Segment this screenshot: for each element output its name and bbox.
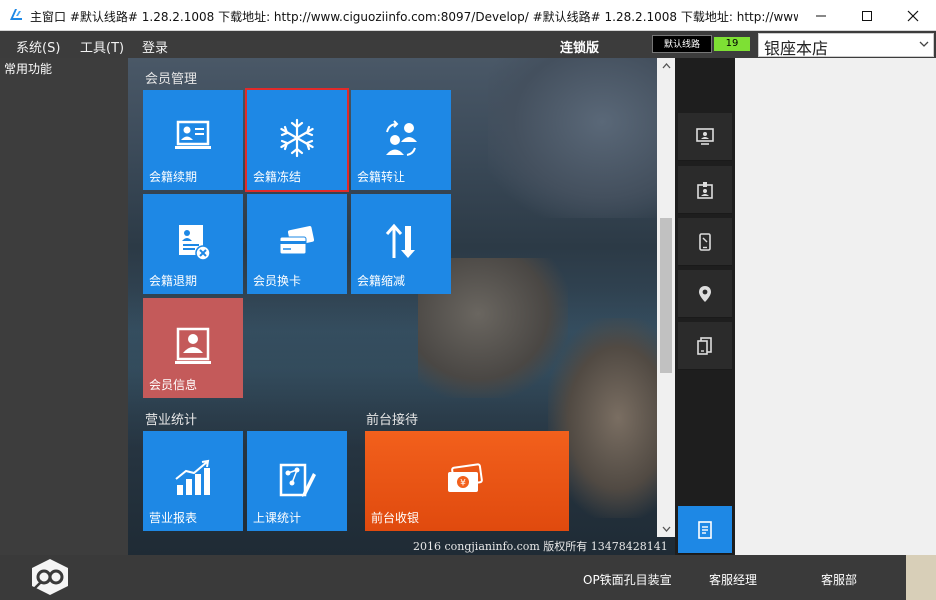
common-functions-label: 常用功能 bbox=[4, 62, 53, 76]
tile-member-info[interactable]: 会员信息 bbox=[143, 298, 243, 398]
copyright-text: 2016 congjianinfo.com 版权所有 13478428141 bbox=[413, 540, 668, 553]
scroll-down-button[interactable] bbox=[657, 521, 675, 537]
tile-member-card-change[interactable]: 会员换卡 bbox=[247, 194, 347, 294]
tile-label: 会籍缩减 bbox=[357, 274, 406, 288]
edition-label: 连锁版 bbox=[560, 41, 600, 56]
mobile-phone-icon bbox=[699, 232, 711, 251]
quick-tablet-button[interactable] bbox=[678, 322, 732, 370]
scroll-up-button[interactable] bbox=[657, 58, 675, 74]
transfer-users-icon bbox=[386, 120, 417, 156]
chevron-up-icon bbox=[662, 63, 670, 69]
bottom-corner-decor bbox=[906, 555, 936, 600]
bar-chart-icon bbox=[175, 459, 210, 495]
tile-label: 会籍转让 bbox=[357, 170, 406, 184]
minimize-button[interactable] bbox=[798, 0, 844, 31]
section-title-business-stats: 营业统计 bbox=[145, 413, 198, 428]
tile-label: 会员信息 bbox=[149, 378, 198, 392]
route-label: 默认线路 bbox=[652, 35, 712, 53]
up-down-arrows-icon bbox=[385, 223, 415, 258]
quick-mobile-button[interactable] bbox=[678, 218, 732, 266]
tile-label: 会员换卡 bbox=[253, 274, 302, 288]
main-scrollbar[interactable] bbox=[657, 58, 675, 537]
section-title-front-desk: 前台接待 bbox=[366, 413, 419, 428]
scroll-thumb[interactable] bbox=[660, 218, 672, 373]
quick-access-strip bbox=[675, 58, 735, 555]
chevron-down-icon bbox=[662, 526, 670, 532]
tablet-icon bbox=[697, 336, 712, 355]
tile-label: 会籍退期 bbox=[149, 274, 198, 288]
document-icon bbox=[698, 520, 712, 539]
tile-label: 上课统计 bbox=[253, 511, 302, 525]
maximize-icon bbox=[862, 10, 872, 21]
close-icon bbox=[907, 10, 919, 21]
store-name: 银座本店 bbox=[764, 39, 829, 58]
staff-op[interactable]: OP铁面孔目装宣 bbox=[583, 571, 672, 588]
right-content-panel bbox=[735, 58, 936, 555]
monitor-user-icon bbox=[696, 127, 714, 145]
tile-class-stats[interactable]: 上课统计 bbox=[247, 431, 347, 531]
app-logo-icon bbox=[10, 9, 22, 20]
location-pin-icon bbox=[699, 285, 711, 302]
bottom-status-bar: OP铁面孔目装宣 客服经理 客服部 bbox=[0, 555, 936, 600]
refund-document-icon bbox=[179, 225, 211, 261]
tile-label: 前台收银 bbox=[371, 511, 420, 525]
close-button[interactable] bbox=[890, 0, 936, 31]
card-swap-icon bbox=[279, 226, 315, 255]
menu-system[interactable]: 系统(S) bbox=[16, 37, 60, 56]
maximize-button[interactable] bbox=[844, 0, 890, 31]
title-bar: 主窗口 #默认线路# 1.28.2.1008 下载地址: http://www.… bbox=[0, 0, 936, 31]
cash-icon: ¥ bbox=[448, 463, 483, 492]
snowflake-icon bbox=[280, 118, 314, 158]
tile-membership-reduce[interactable]: 会籍缩减 bbox=[351, 194, 451, 294]
menu-tools[interactable]: 工具(T) bbox=[80, 37, 124, 56]
tile-membership-transfer[interactable]: 会籍转让 bbox=[351, 90, 451, 190]
member-profile-icon bbox=[175, 327, 211, 364]
tile-membership-freeze[interactable]: 会籍冻结 bbox=[245, 88, 349, 192]
staff-service-manager[interactable]: 客服经理 bbox=[709, 571, 757, 588]
store-select[interactable]: 银座本店 bbox=[758, 33, 934, 58]
staff-service-dept[interactable]: 客服部 bbox=[821, 571, 857, 588]
brand-logo-icon bbox=[32, 559, 68, 595]
chevron-down-icon bbox=[919, 41, 929, 47]
main-panel: 会员管理 会籍续期 会籍冻结 会籍转让 会籍退期 会员换卡 会籍缩减 会员信息 … bbox=[128, 58, 675, 555]
tile-membership-refund[interactable]: 会籍退期 bbox=[143, 194, 243, 294]
quick-document-button[interactable] bbox=[678, 506, 732, 554]
class-stats-icon bbox=[279, 463, 316, 497]
tile-label: 营业报表 bbox=[149, 511, 198, 525]
tile-membership-renewal[interactable]: 会籍续期 bbox=[143, 90, 243, 190]
svg-text:¥: ¥ bbox=[460, 479, 466, 489]
window-title: 主窗口 #默认线路# 1.28.2.1008 下载地址: http://www.… bbox=[30, 10, 798, 24]
badge-user-icon bbox=[697, 181, 713, 199]
left-sidebar: 常用功能 bbox=[0, 58, 128, 555]
id-card-icon bbox=[175, 120, 211, 149]
menu-login[interactable]: 登录 bbox=[142, 37, 168, 56]
quick-member-card-button[interactable] bbox=[678, 166, 732, 214]
tile-business-report[interactable]: 营业报表 bbox=[143, 431, 243, 531]
tile-label: 会籍续期 bbox=[149, 170, 198, 184]
quick-member-checkin-button[interactable] bbox=[678, 113, 732, 161]
tile-label: 会籍冻结 bbox=[253, 170, 302, 184]
route-count-badge: 19 bbox=[714, 37, 750, 51]
minimize-icon bbox=[816, 15, 826, 16]
quick-location-button[interactable] bbox=[678, 270, 732, 318]
section-title-member-mgmt: 会员管理 bbox=[145, 72, 198, 87]
tile-front-desk-cashier[interactable]: ¥ 前台收银 bbox=[365, 431, 569, 531]
